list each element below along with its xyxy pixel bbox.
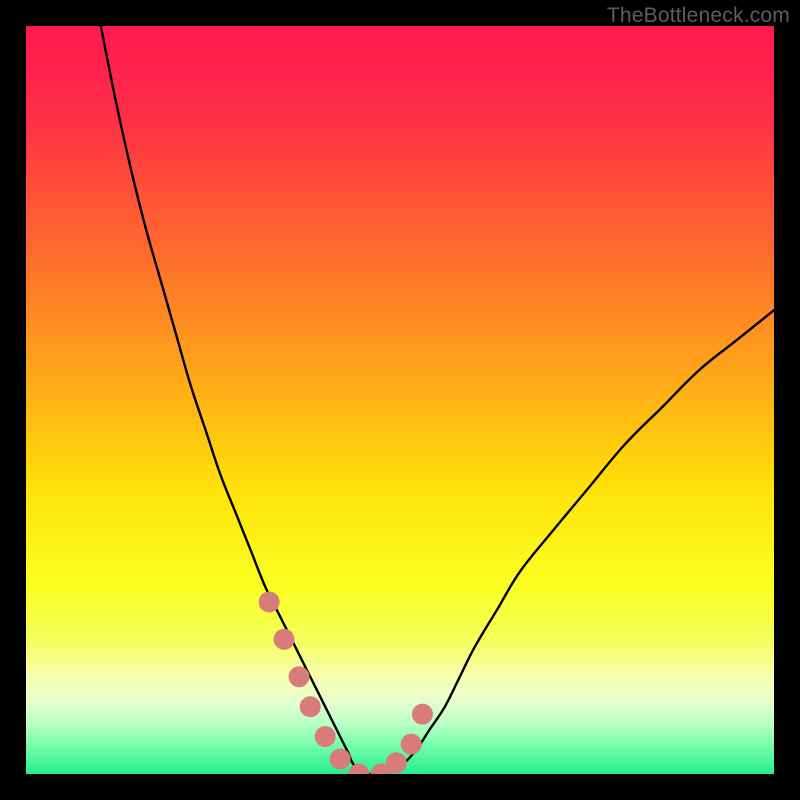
marker-dot [386, 752, 407, 773]
marker-dot [330, 749, 351, 770]
plot-area [26, 26, 774, 774]
marker-dot [401, 734, 422, 755]
marker-dot [300, 696, 321, 717]
marker-dot [274, 629, 295, 650]
chart-frame: TheBottleneck.com [0, 0, 800, 800]
chart-svg [26, 26, 774, 774]
marker-dot [259, 591, 280, 612]
marker-dot [412, 704, 433, 725]
bottleneck-curve [101, 26, 774, 774]
marker-dot [348, 764, 369, 775]
marker-dot [315, 726, 336, 747]
watermark-text: TheBottleneck.com [607, 4, 790, 28]
marker-dot [289, 666, 310, 687]
